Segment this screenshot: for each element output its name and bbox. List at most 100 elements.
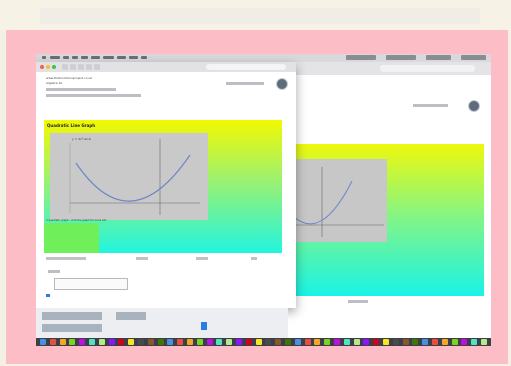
close-icon[interactable] (40, 65, 44, 69)
notification-icon[interactable] (461, 55, 486, 60)
menu-item-edit[interactable] (72, 56, 78, 59)
quadratic-graph[interactable]: y = 2x²-4x-6 (50, 133, 208, 220)
user-name[interactable] (426, 55, 451, 60)
dock-app-icon[interactable] (128, 339, 135, 345)
dock-app-icon[interactable] (79, 339, 86, 345)
comment-input[interactable] (54, 278, 128, 290)
background-graph-svg (293, 167, 384, 237)
page-description (46, 94, 141, 97)
lower-thumbnail-1[interactable] (42, 312, 102, 320)
dock-app-icon[interactable] (402, 339, 409, 345)
dock-app-icon[interactable] (471, 339, 478, 345)
dock-app-icon[interactable] (245, 339, 252, 345)
dock-app-icon[interactable] (461, 339, 468, 345)
back-icon[interactable] (62, 64, 68, 70)
dock-app-icon[interactable] (108, 339, 115, 345)
dock-app-icon[interactable] (118, 339, 125, 345)
dock-app-icon[interactable] (422, 339, 429, 345)
dock-app-icon[interactable] (275, 339, 282, 345)
dock-app-icon[interactable] (187, 339, 193, 345)
background-search-field[interactable] (380, 65, 475, 72)
background-graph[interactable] (292, 159, 387, 242)
graph-link[interactable]: A quadratic graph - click the graph for … (46, 219, 107, 222)
dock-app-icon[interactable] (392, 339, 399, 345)
menu-item-file[interactable] (63, 56, 69, 59)
dock-app-icon[interactable] (412, 339, 419, 345)
dock-app-icon[interactable] (285, 339, 291, 345)
foreground-browser-window[interactable]: www.thefunctionsproject.co.uk Algebra 1b… (36, 62, 296, 308)
lower-thumbnail-2[interactable] (116, 312, 146, 320)
dock-app-icon[interactable] (294, 339, 301, 345)
desktop-screenshot: www.thefunctionsproject.co.uk Algebra 1b… (36, 54, 491, 346)
dock-app-icon[interactable] (49, 339, 56, 345)
background-tab-bar (288, 62, 491, 75)
dock-app-icon[interactable] (373, 339, 380, 345)
background-browser-window[interactable] (286, 62, 491, 338)
dock-app-icon[interactable] (236, 339, 242, 345)
lower-blue-button[interactable] (201, 322, 207, 330)
dock-app-icon[interactable] (255, 339, 262, 345)
footer-text-2 (136, 257, 148, 260)
dock-app-icon[interactable] (353, 339, 360, 345)
breadcrumb[interactable] (46, 88, 116, 91)
dock-app-icon[interactable] (40, 339, 46, 345)
dock-app-icon[interactable] (138, 339, 144, 345)
avatar-icon[interactable] (276, 78, 288, 90)
address-bar[interactable] (206, 64, 286, 70)
background-header-links[interactable] (413, 104, 448, 107)
dock-app-icon[interactable] (451, 339, 458, 345)
dock-app-icon[interactable] (481, 339, 487, 345)
browser-toolbar (36, 62, 296, 72)
menu-bar (36, 54, 491, 62)
dock-app-icon[interactable] (59, 339, 66, 345)
clock (386, 55, 416, 60)
home-icon[interactable] (86, 64, 92, 70)
dock-app-icon[interactable] (363, 339, 370, 345)
site-title[interactable]: www.thefunctionsproject.co.uk (46, 76, 92, 80)
dock-app-icon[interactable] (177, 339, 184, 345)
dock-app-icon[interactable] (157, 339, 164, 345)
zoom-icon[interactable] (52, 65, 56, 69)
green-block (44, 223, 99, 253)
dock-app-icon[interactable] (334, 339, 340, 345)
dock (36, 338, 491, 346)
dock-app-icon[interactable] (89, 339, 95, 345)
dock-app-icon[interactable] (304, 339, 311, 345)
dock-app-icon[interactable] (383, 339, 389, 345)
footer-text-1 (46, 257, 86, 260)
graph-panel: Quadratic Line Graph y = 2x²-4x-6 A quad… (44, 120, 282, 253)
dock-app-icon[interactable] (432, 339, 438, 345)
menu-item-bookmarks[interactable] (103, 56, 114, 59)
dock-app-icon[interactable] (324, 339, 331, 345)
background-avatar-icon[interactable] (468, 100, 480, 112)
submit-button[interactable] (46, 294, 50, 297)
menu-item-window[interactable] (129, 56, 138, 59)
dock-app-icon[interactable] (265, 339, 272, 345)
header-links[interactable] (226, 82, 264, 85)
menu-item-people[interactable] (117, 56, 126, 59)
bookmark-icon[interactable] (94, 64, 100, 70)
dock-app-icon[interactable] (98, 339, 105, 345)
dock-app-icon[interactable] (441, 339, 448, 345)
form-label (48, 270, 60, 273)
dock-app-icon[interactable] (147, 339, 154, 345)
lower-thumbnail-3[interactable] (42, 324, 102, 332)
apple-menu-icon[interactable] (42, 56, 46, 59)
dock-app-icon[interactable] (226, 339, 233, 345)
menu-item-view[interactable] (81, 56, 88, 59)
minimize-icon[interactable] (46, 65, 50, 69)
dock-app-icon[interactable] (69, 339, 76, 345)
dock-app-icon[interactable] (206, 339, 213, 345)
reload-icon[interactable] (78, 64, 84, 70)
panel-title: Quadratic Line Graph (47, 123, 96, 128)
dock-app-icon[interactable] (314, 339, 321, 345)
menu-item-help[interactable] (141, 56, 147, 59)
dock-app-icon[interactable] (216, 339, 223, 345)
dock-app-icon[interactable] (343, 339, 350, 345)
dock-app-icon[interactable] (196, 339, 203, 345)
status-icons[interactable] (346, 55, 376, 60)
menu-item-history[interactable] (91, 56, 100, 59)
forward-icon[interactable] (70, 64, 76, 70)
menu-item-app[interactable] (50, 56, 60, 59)
dock-app-icon[interactable] (167, 339, 174, 345)
